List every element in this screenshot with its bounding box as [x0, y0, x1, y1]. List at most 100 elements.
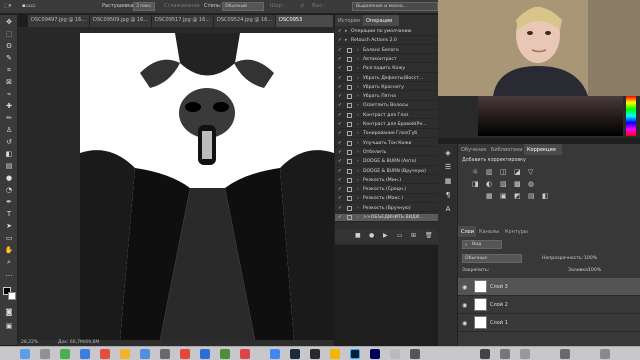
shape-icon[interactable]: ▭ — [4, 233, 14, 243]
expand-icon[interactable]: › — [357, 215, 359, 220]
lightroom-icon[interactable] — [290, 349, 300, 359]
finder-icon[interactable] — [20, 349, 30, 359]
pen-icon[interactable]: ✒ — [4, 197, 14, 207]
tab-paths[interactable]: Контуры — [502, 226, 532, 237]
launchpad-icon[interactable] — [40, 349, 50, 359]
expand-icon[interactable]: ▸ — [345, 38, 347, 43]
toggle-check-icon[interactable]: ✓ — [338, 215, 342, 220]
toggle-check-icon[interactable]: ✓ — [338, 122, 342, 127]
gradient-icon[interactable]: ▤ — [4, 161, 14, 171]
action-row[interactable]: ✓ › Автоконтраст — [335, 56, 439, 64]
dialog-toggle-icon[interactable] — [347, 196, 352, 202]
documents-icon[interactable] — [520, 349, 530, 359]
dialog-toggle-icon[interactable] — [347, 177, 352, 183]
frame-icon[interactable]: ⊠ — [4, 77, 14, 87]
action-row[interactable]: ✓ › Резкость (Мин.) — [335, 177, 439, 185]
toggle-check-icon[interactable]: ✓ — [338, 206, 342, 211]
toggle-check-icon[interactable]: ✓ — [338, 169, 342, 174]
visibility-eye-icon[interactable]: ◉ — [462, 284, 467, 291]
expand-icon[interactable]: › — [357, 178, 359, 183]
safari-icon[interactable] — [80, 349, 90, 359]
eyedropper-icon[interactable]: ⌁ — [4, 89, 14, 99]
antialias-label[interactable]: Сглаживание — [164, 3, 200, 9]
dodge-icon[interactable]: ◔ — [4, 185, 14, 195]
tab-adjustments[interactable]: Коррекция — [524, 144, 562, 155]
swap-icon[interactable]: ⇄ — [300, 3, 304, 9]
tab-history[interactable]: История — [335, 15, 363, 26]
messages-icon[interactable] — [60, 349, 70, 359]
play-icon[interactable]: ▶ — [383, 232, 388, 239]
adjustment-icon[interactable]: ☼ — [472, 168, 478, 176]
toggle-check-icon[interactable]: ✓ — [338, 103, 342, 108]
action-row[interactable]: ✓ ▸ Retouch Actions 2.0 — [335, 37, 439, 45]
expand-icon[interactable]: › — [357, 122, 359, 127]
dialog-toggle-icon[interactable] — [347, 84, 352, 90]
expand-icon[interactable]: › — [357, 76, 359, 81]
expand-icon[interactable]: › — [357, 187, 359, 192]
dialog-toggle-icon[interactable] — [347, 205, 352, 211]
clone-stamp-icon[interactable]: ♙ — [4, 125, 14, 135]
settings-icon[interactable] — [160, 349, 170, 359]
hue-slider[interactable] — [626, 96, 636, 136]
calendar-icon[interactable] — [100, 349, 110, 359]
adjustment-icon[interactable]: ◍ — [528, 180, 534, 188]
dialog-toggle-icon[interactable] — [347, 94, 352, 100]
layer-row[interactable]: ◉ Слой 3 — [458, 278, 640, 296]
appstore-icon[interactable] — [200, 349, 210, 359]
doc-tab[interactable]: DSC09497.jpg @ 16... — [28, 15, 90, 27]
toggle-check-icon[interactable]: ✓ — [338, 38, 342, 43]
blend-mode-select[interactable]: Обычные — [462, 254, 522, 263]
action-row[interactable]: ✓ › >>ОБЪЕДИНИТЬ ВИДИ... — [335, 214, 439, 222]
properties-icon[interactable]: ☰ — [443, 162, 453, 172]
toggle-check-icon[interactable]: ✓ — [338, 196, 342, 201]
expand-icon[interactable]: › — [357, 169, 359, 174]
visibility-eye-icon[interactable]: ◉ — [462, 302, 467, 309]
tab-actions[interactable]: Операции — [363, 15, 399, 26]
toggle-check-icon[interactable]: ✓ — [338, 57, 342, 62]
tab-layers[interactable]: Слои — [458, 226, 476, 237]
expand-icon[interactable]: ▸ — [345, 29, 347, 34]
expand-icon[interactable]: › — [357, 196, 359, 201]
dialog-toggle-icon[interactable] — [347, 159, 352, 165]
action-row[interactable]: ✓ › Контраст для Глаз — [335, 112, 439, 120]
toggle-check-icon[interactable]: ✓ — [338, 159, 342, 164]
trash-icon[interactable] — [600, 349, 610, 359]
expand-icon[interactable]: › — [357, 48, 359, 53]
expand-icon[interactable]: › — [357, 141, 359, 146]
toggle-check-icon[interactable]: ✓ — [338, 76, 342, 81]
quick-mask-icon[interactable]: ◙ — [4, 307, 14, 317]
action-row[interactable]: ✓ › Отбелить — [335, 149, 439, 157]
dialog-toggle-icon[interactable] — [347, 131, 352, 137]
doc-tab[interactable]: DSC09517.jpg @ 16... — [152, 15, 214, 27]
action-row[interactable]: ✓ › Осветлить Волосы — [335, 102, 439, 110]
expand-icon[interactable]: › — [357, 57, 359, 62]
expand-icon[interactable]: › — [357, 66, 359, 71]
expand-icon[interactable]: › — [357, 150, 359, 155]
type-tool-icon[interactable]: T — [4, 209, 14, 219]
window-thumb-icon[interactable] — [560, 349, 570, 359]
toggle-check-icon[interactable]: ✓ — [338, 141, 342, 146]
lasso-icon[interactable]: ʘ — [4, 41, 14, 51]
document-canvas[interactable] — [80, 33, 334, 340]
action-row[interactable]: ✓ › Резкость (Вручную) — [335, 205, 439, 213]
terminal-icon[interactable] — [410, 349, 420, 359]
adjustment-icon[interactable]: ◐ — [486, 180, 492, 188]
dialog-toggle-icon[interactable] — [347, 56, 352, 62]
adjustment-icon[interactable]: ▥ — [486, 168, 493, 176]
visibility-eye-icon[interactable]: ◉ — [462, 320, 467, 327]
toggle-check-icon[interactable]: ✓ — [338, 131, 342, 136]
dialog-toggle-icon[interactable] — [347, 47, 352, 53]
tab-libraries[interactable]: Библиотеки — [488, 144, 524, 155]
music-icon[interactable] — [180, 349, 190, 359]
action-row[interactable]: ✓ › DODGE & BURN (Авто) — [335, 158, 439, 166]
action-row[interactable]: ✓ › Тонирование Глаз(Губ — [335, 130, 439, 138]
expand-icon[interactable]: › — [357, 103, 359, 108]
toggle-check-icon[interactable]: ✓ — [338, 48, 342, 53]
layer-row[interactable]: ◉ Слой 1 — [458, 314, 640, 332]
toggle-check-icon[interactable]: ✓ — [338, 178, 342, 183]
notes-icon[interactable] — [120, 349, 130, 359]
maps-icon[interactable] — [220, 349, 230, 359]
trash-icon[interactable]: 🗑 — [425, 232, 433, 239]
tab-channels[interactable]: Каналы — [476, 226, 502, 237]
adjustment-icon[interactable]: ◩ — [514, 192, 521, 200]
